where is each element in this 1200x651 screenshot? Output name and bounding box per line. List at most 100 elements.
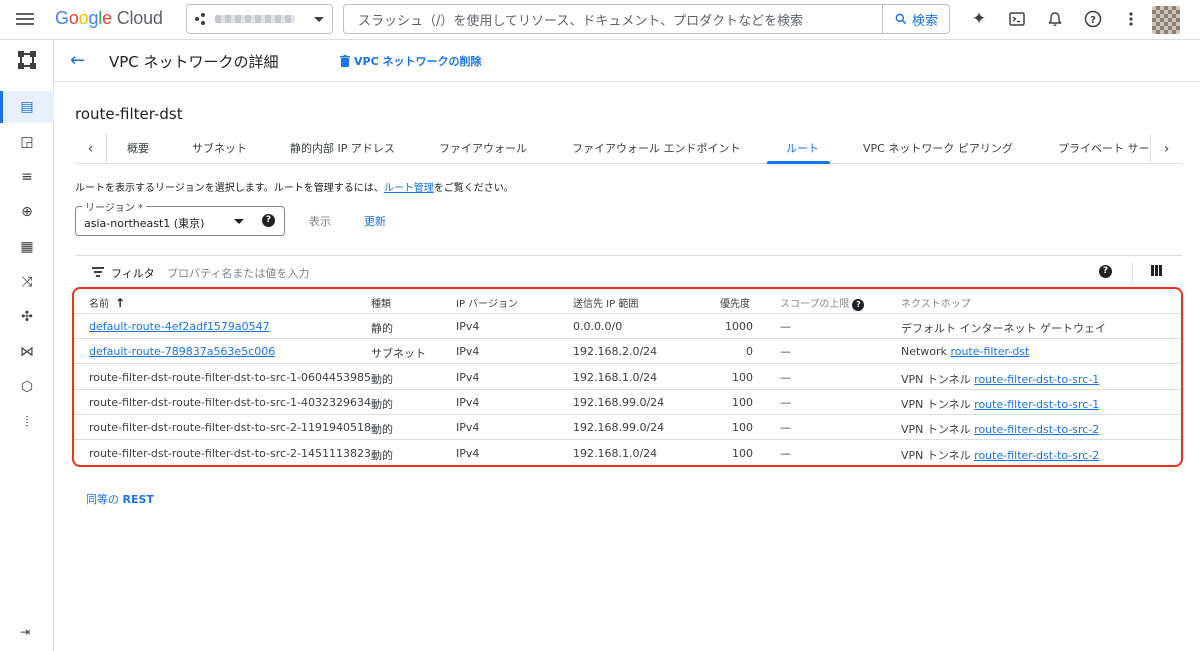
region-label: リージョン * [82,199,146,214]
tab-private-services[interactable]: プライベート サー [1058,140,1150,156]
route-name-link[interactable]: default-route-789837a563e5c006 [89,345,275,358]
tab-static-internal-ip[interactable]: 静的内部 IP アドレス [290,140,395,156]
delete-network-button[interactable]: VPC ネットワークの削除 [340,53,481,69]
delete-network-label: VPC ネットワークの削除 [354,55,482,68]
filter-label[interactable]: フィルタ [111,265,155,281]
trash-icon [340,55,350,67]
ip-addresses-icon[interactable]: ◲ [0,126,54,158]
tab-subnets[interactable]: サブネット [192,140,247,156]
region-help-icon[interactable]: ? [262,214,275,227]
global-network-icon[interactable]: ⊕ [0,196,54,228]
avatar[interactable] [1152,6,1180,34]
network-name: route-filter-dst [75,105,183,123]
vpc-product-icon[interactable] [0,44,54,76]
search-button[interactable]: 検索 [882,5,949,33]
left-nav-rail: ▤ ◲ ≡ ⊕ ▦ ⤨ ✣ ⋈ ⬡ ⦙ [0,40,54,651]
route-management-link[interactable]: ルート管理 [384,183,434,194]
vpc-networks-icon[interactable]: ▤ [0,91,54,123]
tab-vpc-peering[interactable]: VPC ネットワーク ピアリング [863,140,1013,156]
gemini-icon[interactable]: ✦ [968,8,990,30]
tab-routes[interactable]: ルート [786,140,819,156]
region-value: asia-northeast1 (東京) [84,217,205,230]
show-button[interactable]: 表示 [309,213,331,229]
route-type: 動的 [371,448,393,462]
table-header-row: 名前 ↑ 種類 IP バージョン 送信先 IP 範囲 優先度 スコープの上限? ネ… [74,289,1181,314]
region-select[interactable]: リージョン * asia-northeast1 (東京) ? [75,199,285,236]
equivalent-rest-link[interactable]: 同等の REST [86,491,154,507]
next-hop-label: デフォルト インターネット ゲートウェイ [901,322,1106,335]
tab-overview[interactable]: 概要 [127,140,149,156]
route-type: 動的 [371,372,393,386]
search-input[interactable]: スラッシュ（/）を使用してリソース、ドキュメント、プロダクトなどを検索 [344,10,882,29]
header-scope-label: スコープの上限 [780,299,850,310]
column-header-type[interactable]: 種類 [371,295,391,310]
tab-scroll-right-icon[interactable]: › [1150,134,1182,164]
firewall-icon[interactable]: ▦ [0,231,54,263]
tab-firewall-endpoints[interactable]: ファイアウォール エンドポイント [572,140,741,156]
column-header-scope-limit[interactable]: スコープの上限? [780,295,865,311]
table-help-icon[interactable]: ? [1099,265,1112,278]
route-next-hop: VPN トンネル route-filter-dst-to-src-1 [901,371,1099,387]
cube-icon[interactable]: ⬡ [0,371,54,403]
tab-scroll-left-icon[interactable]: ‹ [75,134,107,164]
route-ip-version: IPv4 [456,421,480,435]
route-priority: 100 [732,395,753,409]
tab-firewall[interactable]: ファイアウォール [439,140,527,156]
rest-link-prefix: 同等の [86,493,119,506]
route-priority: 0 [746,345,753,359]
main-menu-icon[interactable] [16,10,36,30]
route-priority: 100 [732,446,753,460]
route-next-hop: デフォルト インターネット ゲートウェイ [901,320,1106,336]
project-name-redacted [215,15,295,23]
back-arrow-icon[interactable]: ← [70,50,85,71]
route-name: route-filter-dst-route-filter-dst-to-src… [89,446,371,460]
next-hop-link[interactable]: route-filter-dst-to-src-1 [974,373,1099,386]
search-icon [895,13,907,25]
signal-icon[interactable]: ⦙ [0,406,54,438]
column-header-ip-version[interactable]: IP バージョン [456,295,518,310]
search-bar[interactable]: スラッシュ（/）を使用してリソース、ドキュメント、プロダクトなどを検索 検索 [343,4,950,34]
route-scope-limit: — [780,446,791,460]
refresh-button[interactable]: 更新 [364,213,386,229]
shuffle-icon[interactable]: ⤨ [0,266,54,298]
route-priority: 1000 [725,320,753,333]
next-hop-link[interactable]: route-filter-dst [950,345,1029,358]
google-cloud-logo[interactable]: Google Cloud [55,8,163,29]
cloud-shell-icon[interactable] [1006,8,1028,30]
help-icon[interactable]: ? [1082,8,1104,30]
routes-table: 名前 ↑ 種類 IP バージョン 送信先 IP 範囲 優先度 スコープの上限? ネ… [72,287,1183,467]
routes-icon[interactable]: ≡ [0,161,54,193]
sort-ascending-icon[interactable]: ↑ [115,296,125,310]
page-header: ← VPC ネットワークの詳細 VPC ネットワークの削除 [54,40,1200,82]
more-vert-icon[interactable] [1120,8,1142,30]
next-hop-label: VPN トンネル [901,372,971,386]
next-hop-link[interactable]: route-filter-dst-to-src-1 [974,398,1099,411]
next-hop-label: VPN トンネル [901,397,971,411]
filter-icon[interactable] [92,267,104,279]
table-row: route-filter-dst-route-filter-dst-to-src… [74,415,1181,441]
route-ip-version: IPv4 [456,320,480,333]
route-dest-range: 0.0.0.0/0 [573,320,623,333]
expand-nav-icon[interactable]: ⇥ [20,625,30,639]
next-hop-link[interactable]: route-filter-dst-to-src-2 [974,449,1099,462]
column-header-name[interactable]: 名前 ↑ [89,295,125,310]
filter-input[interactable]: プロパティ名または値を入力 [167,265,309,281]
search-button-label: 検索 [911,13,938,29]
top-bar: Google Cloud スラッシュ（/）を使用してリソース、ドキュメント、プロ… [0,0,1200,40]
project-icon [195,13,207,25]
scope-help-icon[interactable]: ? [852,299,865,311]
route-scope-limit: — [780,395,791,409]
column-display-options-icon[interactable] [1151,265,1162,276]
route-type: 静的 [371,322,393,335]
header-name-label: 名前 [89,299,109,310]
column-header-priority[interactable]: 優先度 [720,295,750,310]
project-picker[interactable] [186,4,333,34]
bowtie-icon[interactable]: ⋈ [0,336,54,368]
column-header-dest-range[interactable]: 送信先 IP 範囲 [573,295,638,310]
route-scope-limit: — [780,370,791,384]
notifications-icon[interactable] [1044,8,1066,30]
column-header-next-hop[interactable]: ネクストホップ [901,295,971,310]
network-topology-icon[interactable]: ✣ [0,301,54,333]
next-hop-link[interactable]: route-filter-dst-to-src-2 [974,423,1099,436]
route-name-link[interactable]: default-route-4ef2adf1579a0547 [89,320,270,333]
